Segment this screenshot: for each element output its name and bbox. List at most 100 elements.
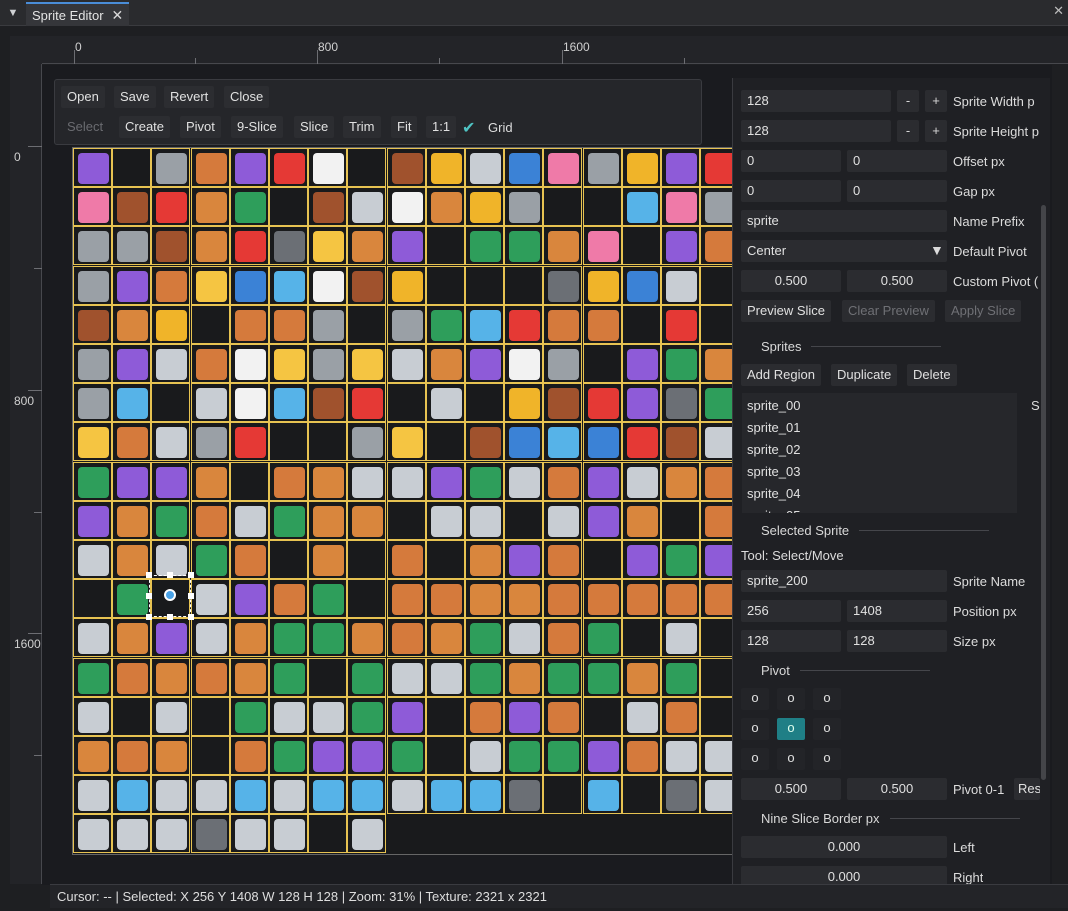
- sprite-cell[interactable]: [151, 461, 191, 501]
- sprite-cell[interactable]: [229, 579, 269, 619]
- sprite-width-minus-button[interactable]: -: [897, 90, 919, 112]
- sprite-cell[interactable]: [308, 148, 348, 187]
- save-button[interactable]: Save: [114, 86, 156, 108]
- sprite-cell[interactable]: [347, 148, 387, 187]
- size-h-field[interactable]: 128: [847, 630, 947, 652]
- sprite-cell[interactable]: [543, 657, 583, 697]
- sprite-cell[interactable]: [543, 500, 583, 540]
- sprite-cell[interactable]: [229, 775, 269, 815]
- select-tool-button[interactable]: Select: [61, 116, 109, 138]
- sprite-cell[interactable]: [190, 187, 230, 227]
- sprite-cell[interactable]: [543, 148, 583, 187]
- sprite-cell[interactable]: [621, 344, 661, 383]
- sprite-cell[interactable]: [543, 187, 583, 227]
- sprite-cell[interactable]: [347, 226, 387, 266]
- sprite-cell[interactable]: [269, 618, 308, 658]
- sprite-cell[interactable]: [269, 814, 308, 854]
- sprite-cell[interactable]: [151, 422, 191, 462]
- sprite-cell[interactable]: [504, 422, 544, 462]
- sprite-cell[interactable]: [347, 657, 387, 697]
- sprite-cell[interactable]: [190, 383, 230, 423]
- sprite-cell[interactable]: [386, 736, 426, 775]
- sprite-cell[interactable]: [582, 696, 622, 736]
- sprite-cell[interactable]: [582, 187, 622, 227]
- sprite-cell[interactable]: [73, 148, 112, 187]
- sprite-cell[interactable]: [386, 775, 426, 815]
- sprite-cell[interactable]: [308, 814, 348, 854]
- sprite-cell[interactable]: [504, 265, 544, 305]
- sprite-cell[interactable]: [582, 344, 622, 383]
- sprite-cell[interactable]: [229, 814, 269, 854]
- duplicate-button[interactable]: Duplicate: [831, 364, 898, 386]
- sprite-cell[interactable]: [582, 540, 622, 579]
- sprite-cell[interactable]: [151, 736, 191, 775]
- sprite-cell[interactable]: [661, 579, 700, 619]
- sprite-cell[interactable]: [190, 422, 230, 462]
- sprite-cell[interactable]: [112, 500, 152, 540]
- sprite-cell[interactable]: [73, 540, 112, 579]
- sprite-cell[interactable]: [465, 736, 504, 775]
- sprite-cell[interactable]: [347, 775, 387, 815]
- sprite-name-field[interactable]: sprite_200: [741, 570, 947, 592]
- sprite-cell[interactable]: [543, 383, 583, 423]
- resize-handle[interactable]: [146, 593, 152, 599]
- sprite-cell[interactable]: [308, 657, 348, 697]
- sprite-cell[interactable]: [386, 383, 426, 423]
- sprite-cell[interactable]: [465, 696, 504, 736]
- gap-x-field[interactable]: 0: [741, 180, 841, 202]
- sprite-cell[interactable]: [465, 500, 504, 540]
- sprite-cell[interactable]: [269, 500, 308, 540]
- sprite-cell[interactable]: [73, 226, 112, 266]
- sprite-cell[interactable]: [661, 265, 700, 305]
- sprite-cell[interactable]: [661, 187, 700, 227]
- sprite-cell[interactable]: [661, 422, 700, 462]
- sprite-cell[interactable]: [190, 540, 230, 579]
- list-item[interactable]: sprite_01: [747, 420, 800, 435]
- sprite-cell[interactable]: [151, 344, 191, 383]
- sprite-cell[interactable]: [543, 775, 583, 815]
- sprite-width-field[interactable]: 128: [741, 90, 891, 112]
- sprite-cell[interactable]: [425, 265, 465, 305]
- sprite-cell[interactable]: [661, 148, 700, 187]
- sprite-cell[interactable]: [621, 736, 661, 775]
- sprite-cell[interactable]: [504, 344, 544, 383]
- sprite-cell[interactable]: [112, 187, 152, 227]
- window-close-icon[interactable]: ✕: [1053, 3, 1064, 19]
- sprite-cell[interactable]: [465, 226, 504, 266]
- sprite-cell[interactable]: [190, 775, 230, 815]
- sprite-height-field[interactable]: 128: [741, 120, 891, 142]
- sprite-cell[interactable]: [465, 540, 504, 579]
- sprite-cell[interactable]: [661, 383, 700, 423]
- size-w-field[interactable]: 128: [741, 630, 841, 652]
- sprite-cell[interactable]: [504, 540, 544, 579]
- sprite-cell[interactable]: [229, 148, 269, 187]
- sprite-cell[interactable]: [621, 540, 661, 579]
- sprite-cell[interactable]: [582, 775, 622, 815]
- sprite-cell[interactable]: [386, 579, 426, 619]
- custom-pivot-x-field[interactable]: 0.500: [741, 270, 841, 292]
- sprite-cell[interactable]: [386, 344, 426, 383]
- sprite-cell[interactable]: [73, 579, 112, 619]
- sprite-cell[interactable]: [465, 187, 504, 227]
- open-button[interactable]: Open: [61, 86, 105, 108]
- sprite-cell[interactable]: [269, 579, 308, 619]
- gap-y-field[interactable]: 0: [847, 180, 947, 202]
- sprite-cell[interactable]: [151, 304, 191, 344]
- custom-pivot-y-field[interactable]: 0.500: [847, 270, 947, 292]
- sprite-cell[interactable]: [661, 657, 700, 697]
- sprite-cell[interactable]: [347, 187, 387, 227]
- sprite-cell[interactable]: [151, 265, 191, 305]
- sprite-cell[interactable]: [425, 775, 465, 815]
- sprite-cell[interactable]: [112, 304, 152, 344]
- clear-preview-button[interactable]: Clear Preview: [842, 300, 935, 322]
- sprite-cell[interactable]: [465, 265, 504, 305]
- sprite-cell[interactable]: [504, 657, 544, 697]
- sprite-cell[interactable]: [190, 657, 230, 697]
- sprite-cell[interactable]: [308, 187, 348, 227]
- sprite-cell[interactable]: [269, 461, 308, 501]
- resize-handle[interactable]: [167, 572, 173, 578]
- sprite-cell[interactable]: [190, 226, 230, 266]
- resize-handle[interactable]: [146, 572, 152, 578]
- sprite-cell[interactable]: [621, 657, 661, 697]
- sprite-cell[interactable]: [661, 618, 700, 658]
